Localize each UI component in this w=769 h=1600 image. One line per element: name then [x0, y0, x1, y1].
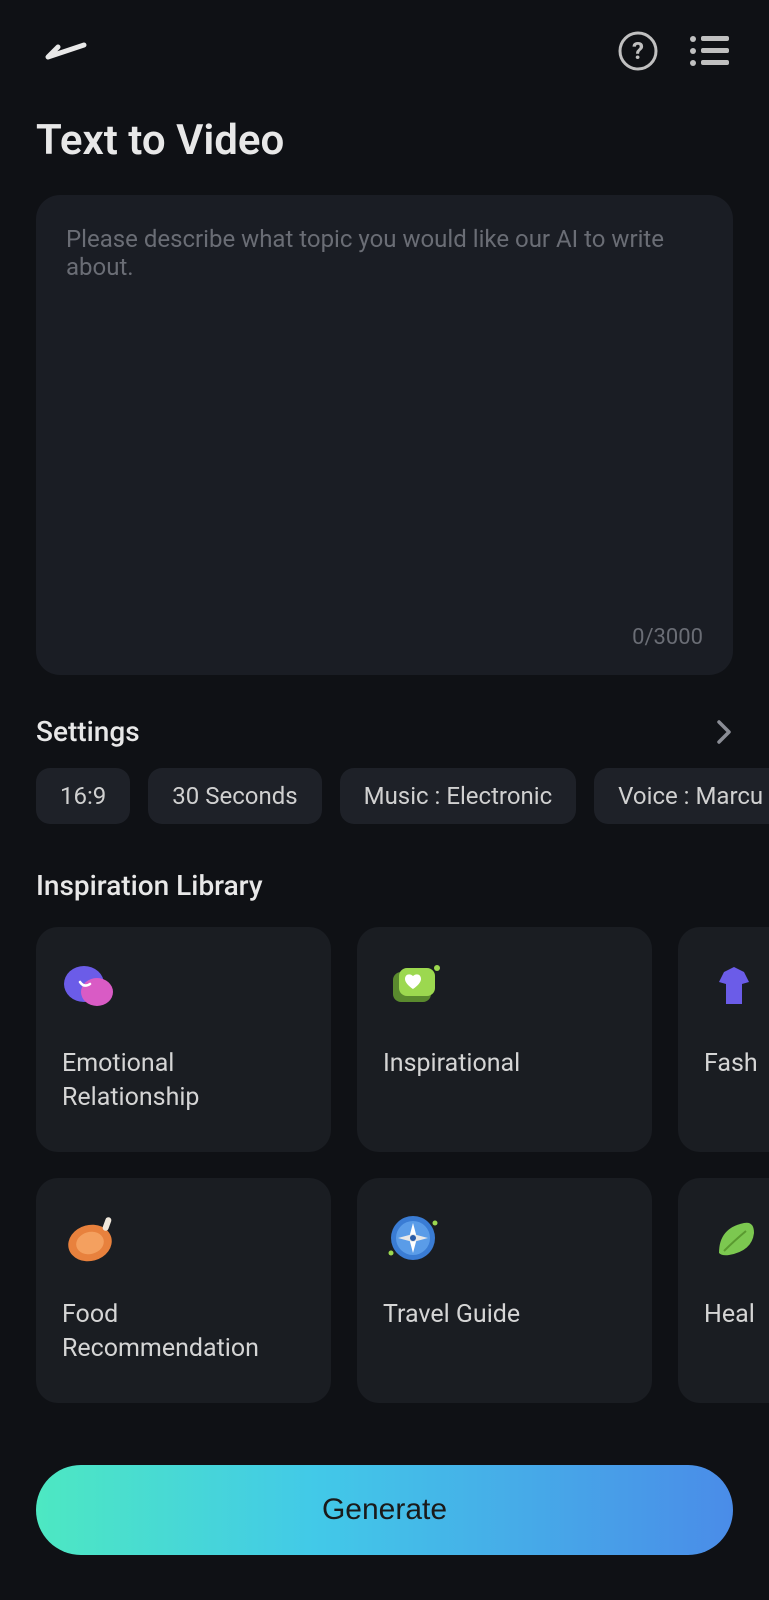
card-label: Emotional Relationship	[62, 1047, 305, 1115]
duration-chip[interactable]: 30 Seconds	[148, 768, 321, 824]
back-button[interactable]	[40, 37, 88, 69]
music-chip[interactable]: Music : Electronic	[340, 768, 577, 824]
chat-icon	[62, 957, 122, 1017]
menu-button[interactable]	[689, 34, 729, 72]
card-label: Fash	[704, 1047, 769, 1081]
prompt-input[interactable]	[66, 225, 703, 645]
generate-label: Generate	[322, 1493, 447, 1527]
library-card-inspirational[interactable]: Inspirational	[357, 927, 652, 1152]
card-label: Heal	[704, 1298, 769, 1332]
compass-icon	[383, 1208, 443, 1268]
food-icon	[62, 1208, 122, 1268]
voice-chip[interactable]: Voice : Marcu	[594, 768, 769, 824]
char-counter: 0/3000	[632, 625, 703, 650]
library-card-travel[interactable]: Travel Guide	[357, 1178, 652, 1403]
card-label: Travel Guide	[383, 1298, 626, 1332]
textarea-container: 0/3000	[36, 195, 733, 675]
settings-title: Settings	[36, 715, 140, 748]
library-row-2: Food Recommendation Travel Guide Heal	[0, 1178, 769, 1403]
library-title: Inspiration Library	[0, 824, 769, 927]
library-row-1: Emotional Relationship Inspirational Fas…	[0, 927, 769, 1152]
library-card-food[interactable]: Food Recommendation	[36, 1178, 331, 1403]
aspect-ratio-chip[interactable]: 16:9	[36, 768, 130, 824]
back-icon	[40, 37, 88, 65]
library-card-emotional[interactable]: Emotional Relationship	[36, 927, 331, 1152]
settings-chips: 16:9 30 Seconds Music : Electronic Voice…	[0, 768, 769, 824]
settings-header[interactable]: Settings	[0, 675, 769, 768]
card-label: Food Recommendation	[62, 1298, 305, 1366]
page-title: Text to Video	[0, 96, 769, 195]
help-button[interactable]: ?	[617, 30, 659, 76]
card-label: Inspirational	[383, 1047, 626, 1081]
help-icon: ?	[617, 30, 659, 72]
list-icon	[689, 34, 729, 68]
svg-text:?: ?	[632, 37, 644, 65]
library-card-fashion[interactable]: Fash	[678, 927, 769, 1152]
leaf-icon	[704, 1208, 764, 1268]
fashion-icon	[704, 957, 764, 1017]
library-card-health[interactable]: Heal	[678, 1178, 769, 1403]
chevron-right-icon	[715, 718, 733, 746]
heart-bubble-icon	[383, 957, 443, 1017]
generate-button[interactable]: Generate	[36, 1465, 733, 1555]
